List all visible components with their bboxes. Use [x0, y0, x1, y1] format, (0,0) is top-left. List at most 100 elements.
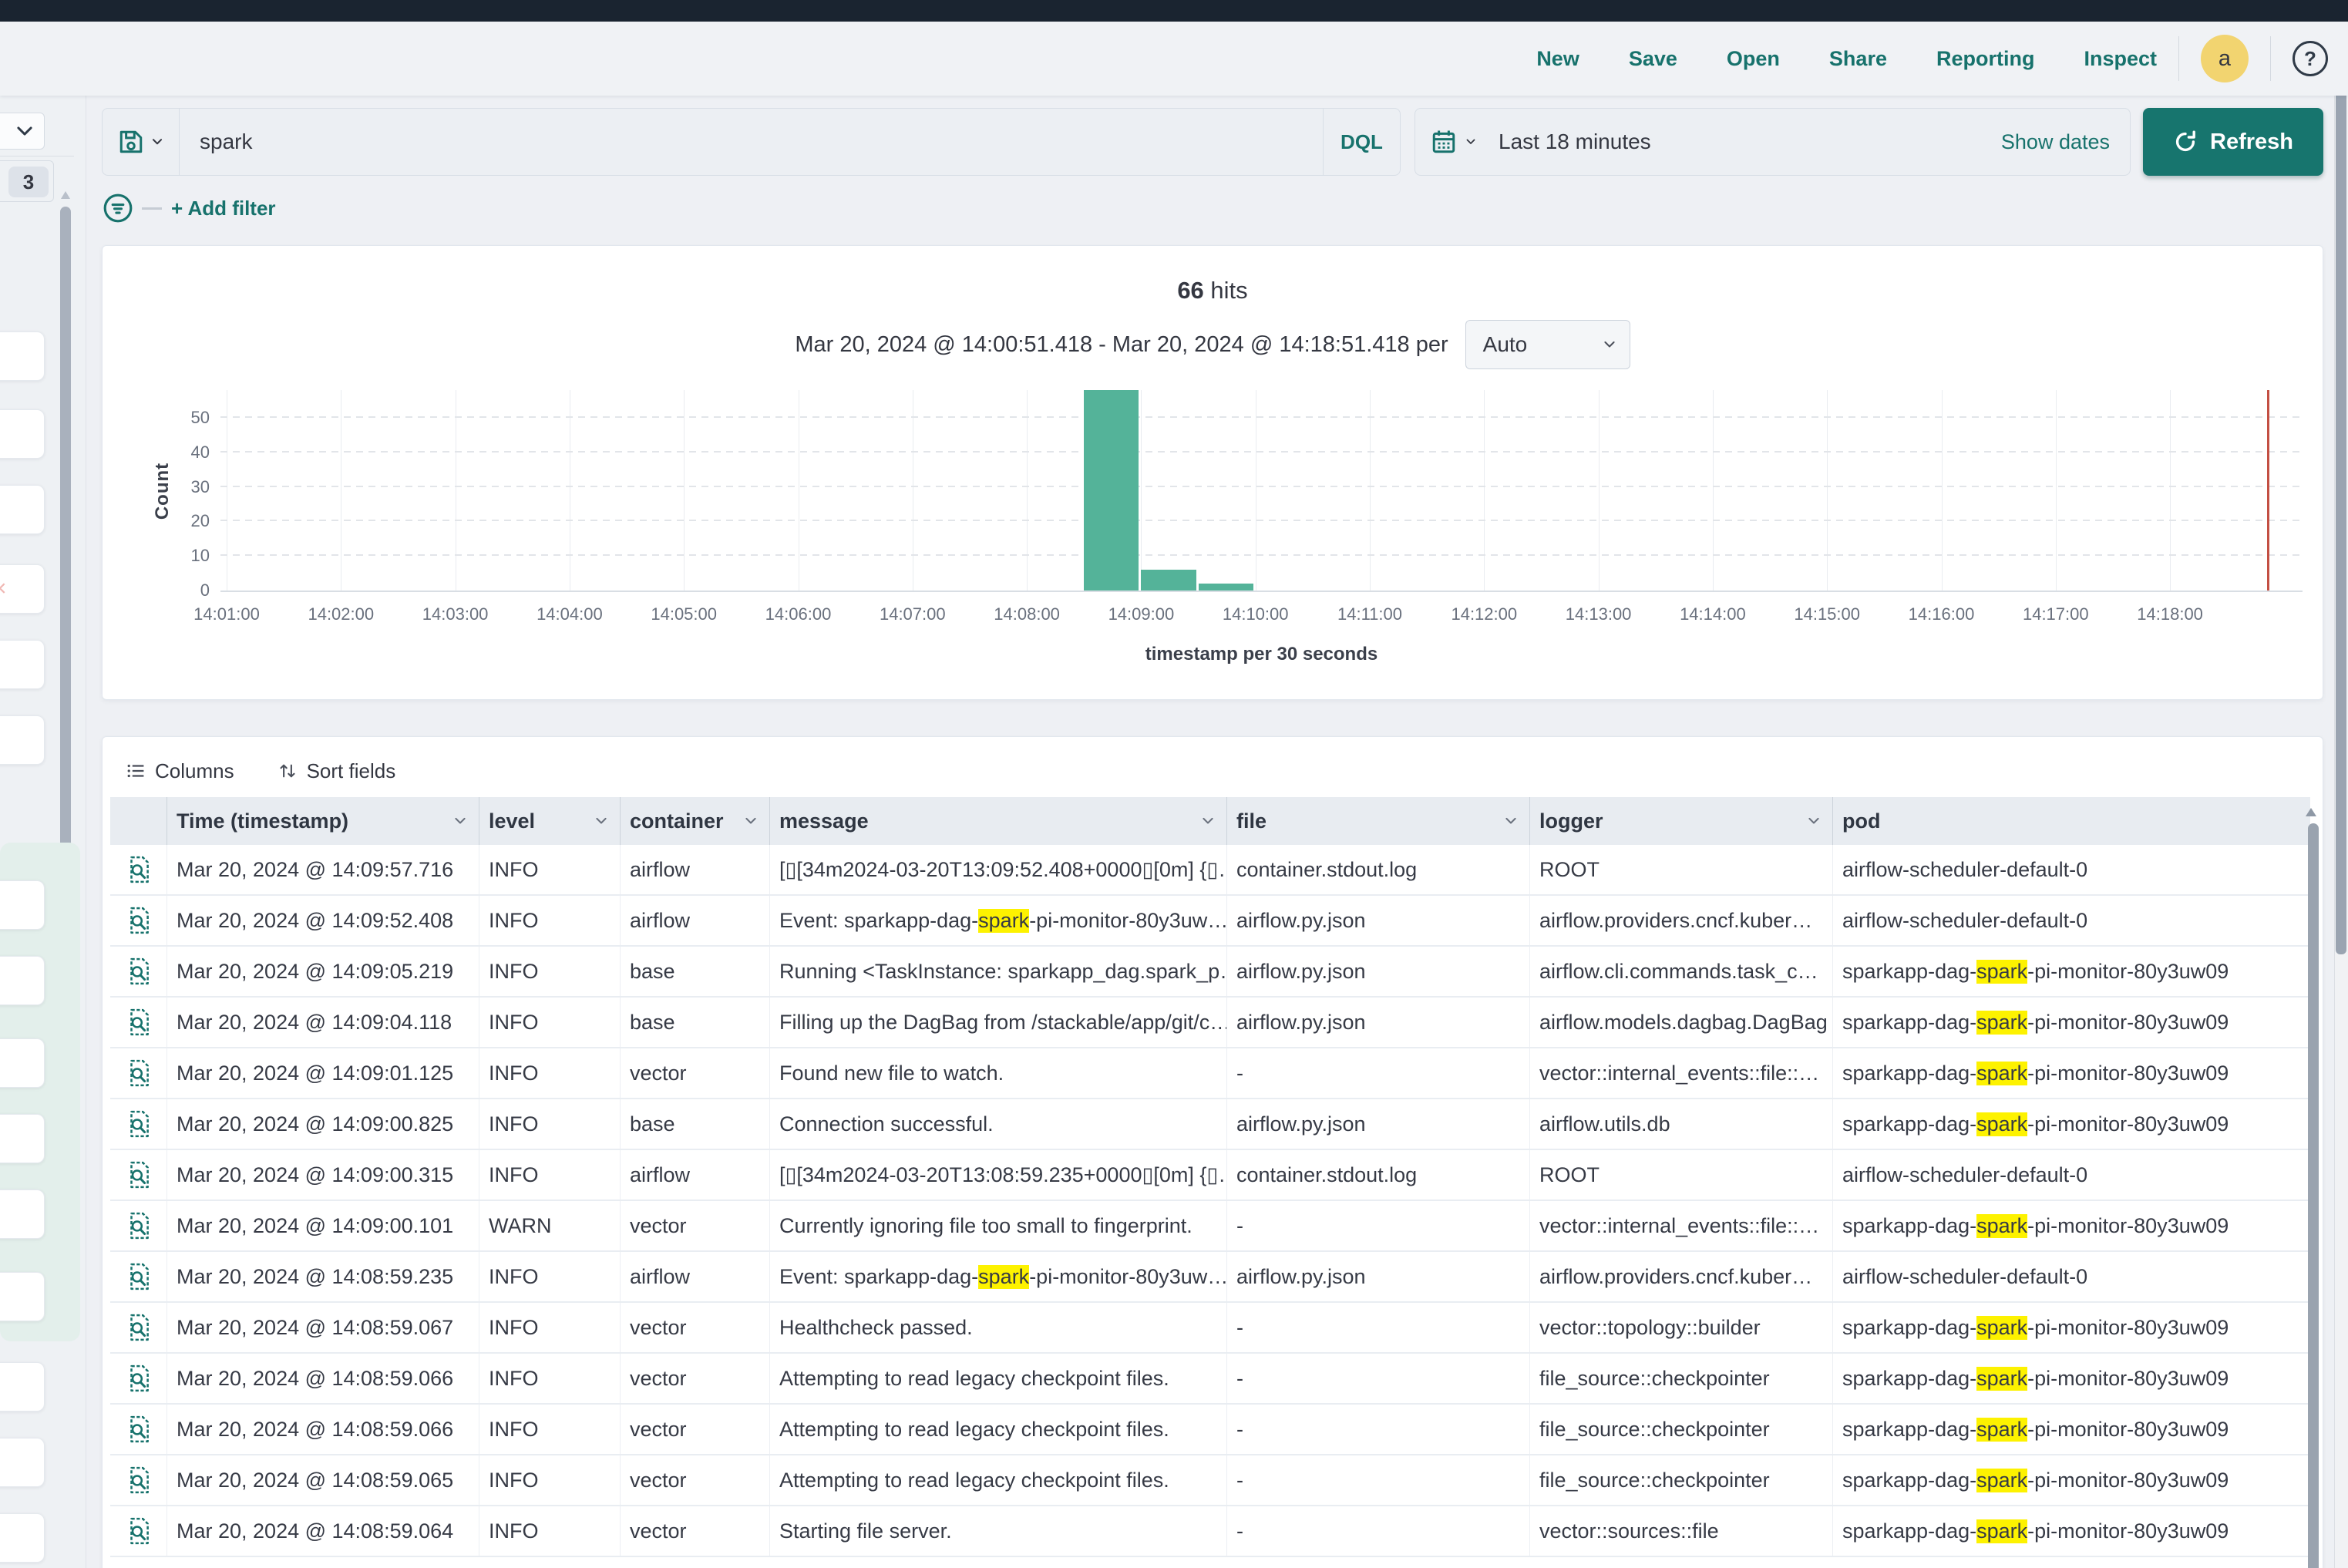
expand-document-button[interactable] [110, 1048, 167, 1098]
field-card[interactable] [0, 331, 45, 381]
cell-logger: vector::topology::builder [1529, 1303, 1832, 1352]
expand-document-button[interactable] [110, 1201, 167, 1250]
cell-file: - [1226, 1201, 1529, 1250]
avatar[interactable]: a [2201, 35, 2249, 82]
expand-document-button[interactable] [110, 1506, 167, 1556]
x-gridline [684, 390, 685, 592]
chart-plot[interactable]: 14:01:0014:02:0014:03:0014:04:0014:05:00… [220, 390, 2303, 592]
cell-logger: ROOT [1529, 1150, 1832, 1200]
nav-inspect[interactable]: Inspect [2084, 47, 2157, 71]
field-card[interactable] [0, 880, 45, 930]
expand-document-button[interactable] [110, 1354, 167, 1403]
interval-select[interactable]: Auto [1465, 320, 1630, 369]
nav-open[interactable]: Open [1727, 47, 1780, 71]
dql-language-button[interactable]: DQL [1323, 109, 1400, 175]
expand-document-button[interactable] [110, 1252, 167, 1301]
nav-reporting[interactable]: Reporting [1936, 47, 2035, 71]
field-card[interactable] [0, 409, 45, 459]
cell-level: INFO [479, 1048, 620, 1098]
help-icon[interactable]: ? [2292, 41, 2328, 76]
sidebar-scroll-up-arrow[interactable] [61, 191, 70, 199]
x-tick-label: 14:01:00 [193, 604, 260, 624]
field-card[interactable] [0, 956, 45, 1005]
expand-document-button[interactable] [110, 947, 167, 996]
x-gridline [1484, 390, 1485, 592]
cell-container: base [620, 947, 769, 996]
field-card[interactable] [0, 715, 45, 765]
y-gridline [220, 520, 2303, 521]
query-bar: spark DQL [102, 108, 1401, 176]
expand-document-button[interactable] [110, 998, 167, 1047]
cell-level: INFO [479, 1405, 620, 1454]
sidebar-scrollbar[interactable] [60, 207, 71, 940]
x-gridline [1599, 390, 1600, 592]
table-row: Mar 20, 2024 @ 14:09:00.825INFObaseConne… [110, 1099, 2310, 1150]
field-card[interactable] [0, 1513, 45, 1563]
sidebar-collapse-button[interactable] [0, 113, 45, 150]
table-scroll-up-arrow[interactable] [2306, 808, 2316, 816]
refresh-button[interactable]: Refresh [2143, 108, 2323, 176]
sort-fields-button[interactable]: Sort fields [278, 759, 396, 783]
x-tick-label: 14:02:00 [308, 604, 374, 624]
cell-file: container.stdout.log [1226, 845, 1529, 894]
time-range-value[interactable]: Last 18 minutes [1499, 130, 2001, 154]
calendar-menu-button[interactable] [1415, 129, 1485, 155]
cell-message: [▯[34m2024-03-20T13:09:52.408+0000▯[0m] … [769, 845, 1226, 894]
column-header-pod[interactable]: pod [1832, 797, 2308, 845]
column-header-container[interactable]: container [620, 797, 769, 845]
histogram-bar[interactable] [1199, 584, 1253, 591]
help-glyph: ? [2304, 47, 2316, 71]
histogram-bar[interactable] [1141, 570, 1196, 591]
expand-document-button[interactable] [110, 1303, 167, 1352]
filter-icon[interactable] [102, 192, 134, 224]
table-row: Mar 20, 2024 @ 14:08:59.066INFOvectorAtt… [110, 1354, 2310, 1405]
cell-logger: vector::internal_events::file::… [1529, 1048, 1832, 1098]
field-card[interactable] [0, 1438, 45, 1487]
cell-file: airflow.py.json [1226, 1252, 1529, 1301]
expand-document-button[interactable] [110, 896, 167, 945]
inspect-document-icon [126, 1008, 152, 1037]
columns-button[interactable]: Columns [126, 759, 234, 783]
field-card[interactable] [0, 485, 45, 534]
nav-share[interactable]: Share [1829, 47, 1887, 71]
expand-document-button[interactable] [110, 1455, 167, 1505]
cell-file: - [1226, 1506, 1529, 1556]
expand-document-button[interactable] [110, 1405, 167, 1454]
cell-time: Mar 20, 2024 @ 14:09:00.315 [167, 1150, 479, 1200]
inspect-document-icon [126, 1364, 152, 1393]
y-tick-label: 20 [174, 511, 210, 531]
table-scrollbar[interactable] [2308, 823, 2319, 1568]
x-gridline [2170, 390, 2171, 592]
column-header-logger[interactable]: logger [1529, 797, 1832, 845]
column-header-time-timestamp-[interactable]: Time (timestamp) [167, 797, 479, 845]
field-card[interactable] [0, 1362, 45, 1412]
field-card[interactable] [0, 640, 45, 689]
calendar-icon [1431, 129, 1457, 155]
search-input[interactable]: spark [180, 109, 1323, 175]
nav-new[interactable]: New [1536, 47, 1579, 71]
show-dates-link[interactable]: Show dates [2001, 130, 2110, 154]
cell-pod: sparkapp-dag-spark-pi-monitor-80y3uw09 [1832, 1405, 2308, 1454]
remove-field-icon[interactable]: × [0, 576, 7, 602]
field-card[interactable] [0, 1272, 45, 1321]
expand-document-button[interactable] [110, 1150, 167, 1200]
sort-icon [278, 761, 298, 781]
chevron-down-icon [594, 813, 609, 829]
expand-document-button[interactable] [110, 1099, 167, 1149]
column-header-file[interactable]: file [1226, 797, 1529, 845]
field-card[interactable]: × [0, 564, 45, 614]
column-header-level[interactable]: level [479, 797, 620, 845]
table-row: Mar 20, 2024 @ 14:09:00.101WARNvectorCur… [110, 1201, 2310, 1252]
cell-container: vector [620, 1201, 769, 1250]
field-card[interactable] [0, 1114, 45, 1163]
field-card[interactable] [0, 1189, 45, 1239]
cell-message: Connection successful. [769, 1099, 1226, 1149]
field-card[interactable] [0, 1038, 45, 1088]
histogram-bar[interactable] [1084, 390, 1139, 591]
page-scrollbar[interactable] [2336, 45, 2346, 954]
column-header-message[interactable]: message [769, 797, 1226, 845]
nav-save[interactable]: Save [1629, 47, 1677, 71]
add-filter-button[interactable]: + Add filter [171, 197, 276, 220]
saved-query-menu-button[interactable] [103, 109, 180, 175]
expand-document-button[interactable] [110, 845, 167, 894]
